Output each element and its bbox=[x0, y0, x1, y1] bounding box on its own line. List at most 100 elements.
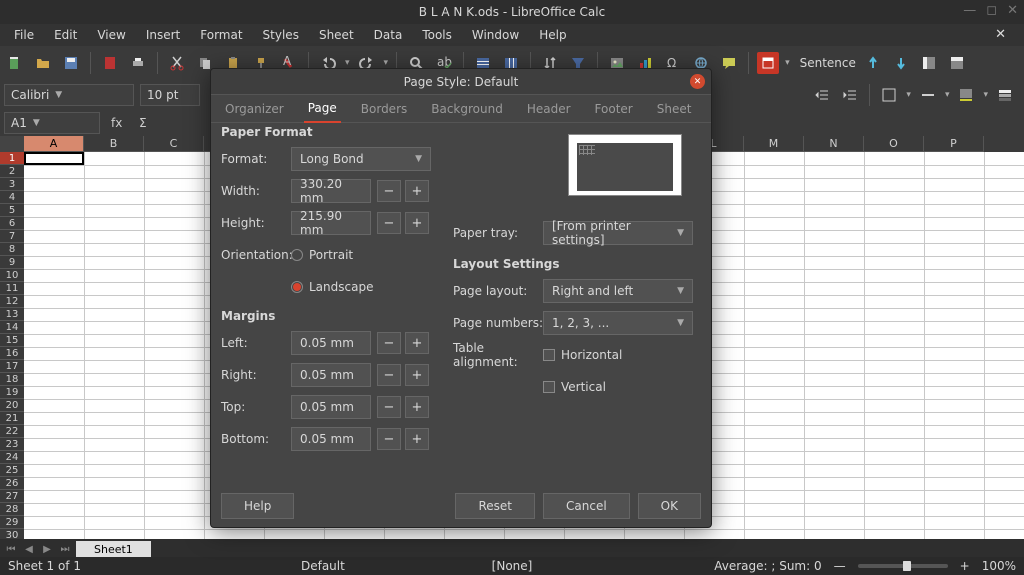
menu-view[interactable]: View bbox=[97, 28, 125, 42]
zoom-in-icon[interactable]: + bbox=[960, 559, 970, 573]
row-header[interactable]: 17 bbox=[0, 360, 24, 373]
split-icon[interactable] bbox=[946, 52, 968, 74]
margin-right-field[interactable]: 0.05 mm bbox=[291, 363, 371, 387]
row-header[interactable]: 3 bbox=[0, 178, 24, 191]
menu-help[interactable]: Help bbox=[539, 28, 566, 42]
borders-icon[interactable] bbox=[878, 84, 900, 106]
dialog-close-icon[interactable]: ✕ bbox=[690, 74, 705, 89]
row-header[interactable]: 11 bbox=[0, 282, 24, 295]
bg-color-dropdown-icon[interactable]: ▾ bbox=[983, 90, 988, 100]
menu-edit[interactable]: Edit bbox=[54, 28, 77, 42]
borders-dropdown-icon[interactable]: ▾ bbox=[906, 90, 911, 100]
page-layout-select[interactable]: Right and left▼ bbox=[543, 279, 693, 303]
row-header[interactable]: 16 bbox=[0, 347, 24, 360]
sheet-tab[interactable]: Sheet1 bbox=[76, 541, 151, 558]
row-header[interactable]: 18 bbox=[0, 373, 24, 386]
row-header[interactable]: 23 bbox=[0, 438, 24, 451]
column-header[interactable]: M bbox=[744, 136, 804, 152]
menu-file[interactable]: File bbox=[14, 28, 34, 42]
comment-icon[interactable] bbox=[718, 52, 740, 74]
bg-color-icon[interactable] bbox=[955, 84, 977, 106]
redo-dropdown-icon[interactable]: ▾ bbox=[384, 58, 389, 68]
freeze-icon[interactable] bbox=[918, 52, 940, 74]
tab-header[interactable]: Header bbox=[523, 96, 575, 122]
page-numbers-select[interactable]: 1, 2, 3, ...▼ bbox=[543, 311, 693, 335]
tab-background[interactable]: Background bbox=[427, 96, 507, 122]
dialog-title-bar[interactable]: Page Style: Default ✕ bbox=[211, 69, 711, 95]
row-header[interactable]: 12 bbox=[0, 295, 24, 308]
tab-next-icon[interactable]: ▶ bbox=[40, 542, 54, 556]
row-header[interactable]: 20 bbox=[0, 399, 24, 412]
tab-last-icon[interactable]: ⏭ bbox=[58, 542, 72, 556]
row-header[interactable]: 13 bbox=[0, 308, 24, 321]
headers-footers-icon[interactable] bbox=[757, 52, 779, 74]
row-header[interactable]: 7 bbox=[0, 230, 24, 243]
row-header[interactable]: 9 bbox=[0, 256, 24, 269]
row-header[interactable]: 19 bbox=[0, 386, 24, 399]
column-header[interactable]: N bbox=[804, 136, 864, 152]
print-icon[interactable] bbox=[127, 52, 149, 74]
menu-tools[interactable]: Tools bbox=[422, 28, 452, 42]
cancel-button[interactable]: Cancel bbox=[543, 493, 630, 519]
row-header[interactable]: 15 bbox=[0, 334, 24, 347]
border-style-dropdown-icon[interactable]: ▾ bbox=[945, 90, 950, 100]
height-plus-button[interactable]: + bbox=[405, 212, 429, 234]
new-icon[interactable] bbox=[4, 52, 26, 74]
close-icon[interactable]: ✕ bbox=[1007, 3, 1018, 18]
margin-left-field[interactable]: 0.05 mm bbox=[291, 331, 371, 355]
column-header[interactable]: O bbox=[864, 136, 924, 152]
indent-increase-icon[interactable] bbox=[839, 84, 861, 106]
font-size-combo[interactable]: 10 pt bbox=[140, 84, 200, 106]
paper-tray-select[interactable]: [From printer settings]▼ bbox=[543, 221, 693, 245]
undo-dropdown-icon[interactable]: ▾ bbox=[345, 58, 350, 68]
border-style-icon[interactable] bbox=[917, 84, 939, 106]
margin-top-field[interactable]: 0.05 mm bbox=[291, 395, 371, 419]
margin-bottom-minus-button[interactable]: − bbox=[377, 428, 401, 450]
row-header[interactable]: 24 bbox=[0, 451, 24, 464]
row-header[interactable]: 25 bbox=[0, 464, 24, 477]
tab-footer[interactable]: Footer bbox=[591, 96, 637, 122]
margin-left-plus-button[interactable]: + bbox=[405, 332, 429, 354]
text-case-label[interactable]: Sentence bbox=[800, 56, 856, 70]
tab-prev-icon[interactable]: ◀ bbox=[22, 542, 36, 556]
height-minus-button[interactable]: − bbox=[377, 212, 401, 234]
row-header[interactable]: 21 bbox=[0, 412, 24, 425]
open-icon[interactable] bbox=[32, 52, 54, 74]
row-header[interactable]: 10 bbox=[0, 269, 24, 282]
menu-styles[interactable]: Styles bbox=[263, 28, 299, 42]
width-field[interactable]: 330.20 mm bbox=[291, 179, 371, 203]
menu-format[interactable]: Format bbox=[200, 28, 242, 42]
row-header[interactable]: 22 bbox=[0, 425, 24, 438]
function-wizard-icon[interactable]: fx bbox=[106, 112, 128, 134]
zoom-out-icon[interactable]: — bbox=[834, 559, 846, 573]
name-box[interactable]: A1▼ bbox=[4, 112, 100, 134]
zoom-value[interactable]: 100% bbox=[982, 559, 1016, 573]
menu-window[interactable]: Window bbox=[472, 28, 519, 42]
maximize-icon[interactable]: ◻ bbox=[986, 3, 997, 18]
column-header[interactable]: A bbox=[24, 136, 84, 152]
zoom-slider-knob[interactable] bbox=[903, 561, 911, 571]
row-header[interactable]: 8 bbox=[0, 243, 24, 256]
height-field[interactable]: 215.90 mm bbox=[291, 211, 371, 235]
tab-borders[interactable]: Borders bbox=[357, 96, 411, 122]
row-header[interactable]: 2 bbox=[0, 165, 24, 178]
margin-right-minus-button[interactable]: − bbox=[377, 364, 401, 386]
menu-data[interactable]: Data bbox=[374, 28, 403, 42]
tab-organizer[interactable]: Organizer bbox=[221, 96, 288, 122]
save-icon[interactable] bbox=[60, 52, 82, 74]
margin-bottom-plus-button[interactable]: + bbox=[405, 428, 429, 450]
check-horizontal[interactable]: Horizontal bbox=[543, 345, 622, 365]
cut-icon[interactable] bbox=[166, 52, 188, 74]
tab-first-icon[interactable]: ⏮ bbox=[4, 542, 18, 556]
sort-asc-icon[interactable] bbox=[862, 52, 884, 74]
row-header[interactable]: 1 bbox=[0, 152, 24, 165]
radio-portrait[interactable]: Portrait bbox=[291, 245, 353, 265]
conditional-icon[interactable] bbox=[994, 84, 1016, 106]
margin-left-minus-button[interactable]: − bbox=[377, 332, 401, 354]
margin-top-plus-button[interactable]: + bbox=[405, 396, 429, 418]
headers-footers-dropdown-icon[interactable]: ▾ bbox=[785, 58, 790, 68]
export-pdf-icon[interactable] bbox=[99, 52, 121, 74]
document-close-icon[interactable]: ✕ bbox=[995, 27, 1006, 42]
help-button[interactable]: Help bbox=[221, 493, 294, 519]
row-header[interactable]: 14 bbox=[0, 321, 24, 334]
